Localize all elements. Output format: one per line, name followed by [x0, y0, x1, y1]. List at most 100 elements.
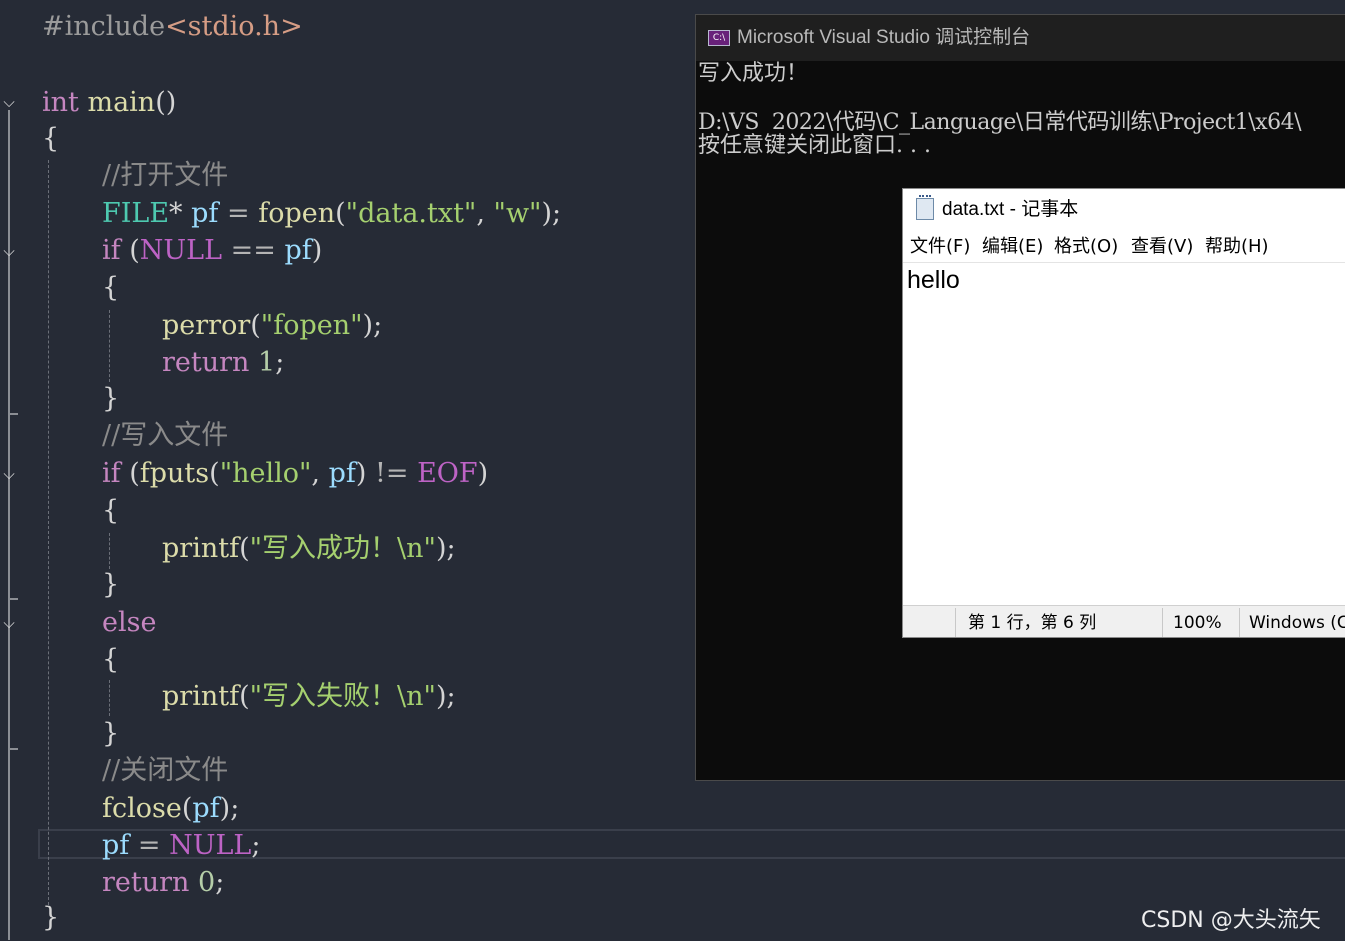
code-token: == [222, 235, 285, 266]
chevron-down-icon[interactable]: ⌵ [0, 465, 18, 483]
code-line[interactable]: //写入文件 [102, 417, 228, 454]
code-token: else [102, 607, 157, 638]
code-token: * [169, 198, 192, 229]
code-token: if [102, 235, 121, 266]
code-token: ( [250, 310, 261, 341]
notepad-icon [916, 195, 934, 220]
code-line[interactable]: { [102, 641, 119, 678]
code-token: <stdio.h> [165, 11, 303, 42]
code-token: 0 [198, 867, 216, 898]
code-token: printf [162, 533, 240, 564]
code-token: , [311, 458, 329, 489]
code-token: if [102, 458, 121, 489]
code-line[interactable]: fclose(pf); [102, 790, 239, 827]
console-titlebar[interactable]: C:\ Microsoft Visual Studio 调试控制台 [696, 15, 1345, 61]
console-app-icon: C:\ [708, 30, 730, 46]
code-token: , [476, 198, 494, 229]
watermark: CSDN @大头流矢 [1141, 908, 1321, 933]
notepad-menubar: 文件(F) 编辑(E) 格式(O) 查看(V) 帮助(H) [903, 231, 1345, 263]
code-line[interactable]: else [102, 604, 156, 641]
status-separator [955, 608, 956, 637]
chevron-down-icon[interactable]: ⌵ [0, 242, 18, 260]
code-token: ); [541, 198, 562, 229]
code-token: ); [435, 681, 456, 712]
chevron-down-icon[interactable]: ⌵ [0, 614, 18, 632]
indent-guide [109, 680, 110, 716]
code-line[interactable]: { [102, 492, 119, 529]
code-line[interactable]: #include<stdio.h> [42, 8, 303, 45]
code-token: NULL [169, 830, 252, 861]
code-line[interactable]: } [102, 566, 119, 603]
code-token: "w" [493, 198, 542, 229]
code-line[interactable]: } [42, 899, 59, 936]
code-line[interactable]: } [102, 380, 119, 417]
chevron-down-icon[interactable]: ⌵ [0, 93, 18, 111]
code-token: return [102, 867, 190, 898]
fold-region-end [8, 598, 18, 600]
code-token: = [218, 198, 259, 229]
notepad-text-area[interactable]: hello [907, 265, 960, 295]
code-line[interactable]: pf = NULL; [102, 827, 260, 864]
notepad-title: data.txt - 记事本 [942, 199, 1079, 220]
menu-view[interactable]: 查看(V) [1131, 231, 1193, 262]
code-line[interactable]: //打开文件 [102, 157, 228, 194]
code-token: "写入成功！\n" [249, 533, 436, 564]
status-encoding: Windows (C [1249, 613, 1345, 633]
code-token: EOF [417, 458, 478, 489]
fold-region-end [8, 748, 18, 750]
code-token: ( [239, 681, 250, 712]
code-line[interactable]: perror("fopen"); [162, 307, 382, 344]
code-token: ( [120, 235, 140, 266]
code-token: { [102, 495, 120, 526]
code-token: pf [102, 830, 130, 861]
code-line[interactable]: return 0; [102, 864, 224, 901]
status-separator [1162, 608, 1163, 637]
code-line[interactable]: printf("写入成功！\n"); [162, 530, 456, 567]
notepad-window[interactable]: data.txt - 记事本 文件(F) 编辑(E) 格式(O) 查看(V) 帮… [902, 188, 1345, 638]
code-line[interactable]: } [102, 715, 119, 752]
code-token: ) [355, 458, 367, 489]
code-token: () [155, 87, 177, 118]
code-token: ; [251, 830, 261, 861]
code-token: //写入文件 [102, 420, 229, 451]
code-token: NULL [139, 235, 223, 266]
code-token: { [42, 123, 60, 154]
code-line[interactable]: return 1; [162, 344, 284, 381]
code-line[interactable]: { [102, 269, 119, 306]
code-token: #include [42, 11, 166, 42]
code-token: pf [191, 198, 219, 229]
code-token: } [102, 718, 120, 749]
indent-guide [109, 310, 110, 382]
code-token: printf [162, 681, 240, 712]
code-token: //打开文件 [102, 160, 229, 191]
code-token: ) [311, 235, 323, 266]
code-token: != [366, 458, 418, 489]
code-line[interactable]: { [42, 120, 59, 157]
code-token: ; [215, 867, 225, 898]
code-token: = [129, 830, 170, 861]
code-line[interactable]: //关闭文件 [102, 752, 228, 789]
code-token: pf [192, 793, 220, 824]
code-line[interactable]: int main() [42, 84, 176, 121]
menu-file[interactable]: 文件(F) [910, 231, 970, 262]
menu-format[interactable]: 格式(O) [1054, 231, 1118, 262]
code-token: ); [435, 533, 456, 564]
code-line[interactable]: if (fputs("hello", pf) != EOF) [102, 455, 488, 492]
code-token: "写入失败！\n" [249, 681, 436, 712]
code-token: } [102, 383, 120, 414]
code-token: ) [477, 458, 489, 489]
code-token: } [42, 902, 60, 933]
console-title: Microsoft Visual Studio 调试控制台 [737, 27, 1031, 48]
code-token: ); [219, 793, 240, 824]
code-line[interactable]: printf("写入失败！\n"); [162, 678, 456, 715]
code-line[interactable]: FILE* pf = fopen("data.txt", "w"); [102, 195, 561, 232]
notepad-titlebar[interactable]: data.txt - 记事本 [903, 189, 1345, 231]
menu-edit[interactable]: 编辑(E) [982, 231, 1043, 262]
code-line[interactable]: if (NULL == pf) [102, 232, 322, 269]
menu-help[interactable]: 帮助(H) [1205, 231, 1269, 262]
code-token: pf [284, 235, 312, 266]
code-token: ( [181, 793, 193, 824]
status-zoom: 100% [1173, 613, 1222, 633]
code-token: ; [275, 347, 285, 378]
